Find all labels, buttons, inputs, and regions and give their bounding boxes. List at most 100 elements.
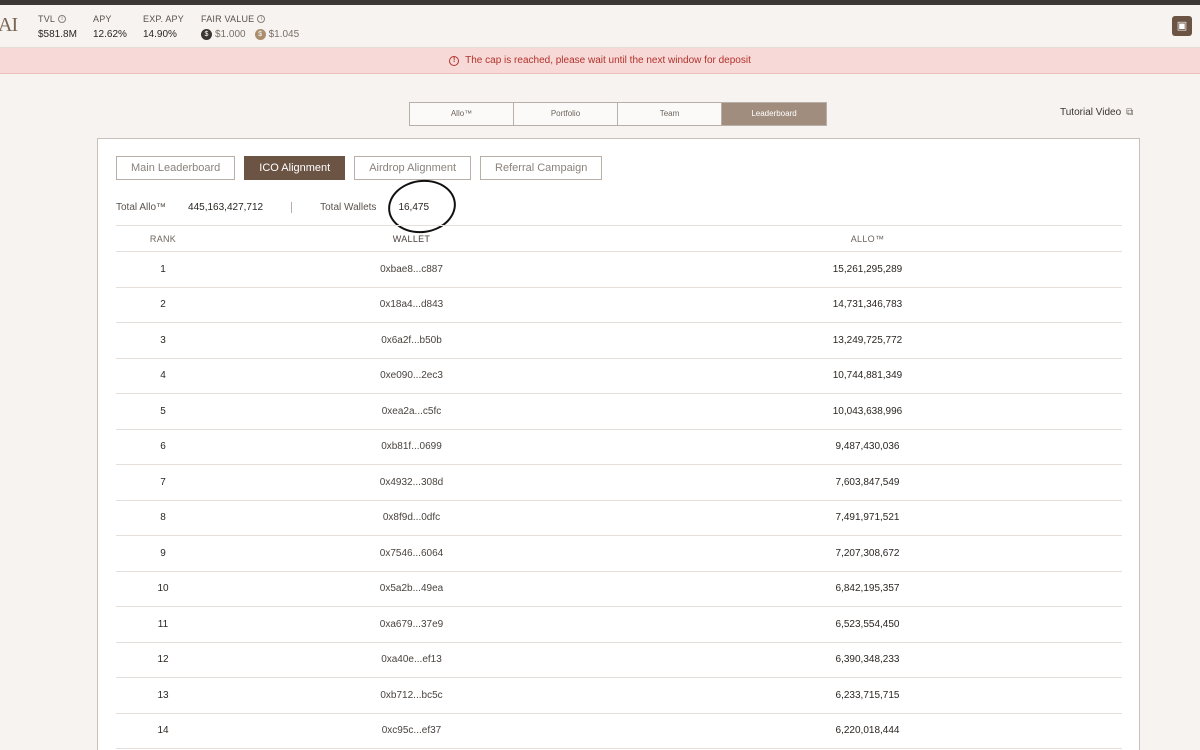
table-body: 1 0xbae8...c887 15,261,295,289 2 0x18a4...d8… [116,252,1122,749]
table-row: 10 0x5a2b...49ea 6,842,195,357 [116,572,1122,607]
tab-allo[interactable]: Allo™ [410,103,514,125]
coin-icon: $ [201,29,212,40]
stat-fair-value: FAIR VALUE i $ $1.000 $ $1.045 [201,14,305,40]
tab-team[interactable]: Team [618,103,722,125]
table-row: 11 0xa679...37e9 6,523,554,450 [116,607,1122,643]
allo-cell: 6,220,018,444 [835,725,900,737]
wallet-cell: 0x4932...308d [379,476,444,488]
logo[interactable]: AI [0,14,18,37]
wallet-cell: 0x6a2f...b50b [381,334,442,346]
table-row: 2 0x18a4...d843 14,731,346,783 [116,288,1122,323]
wallet-cell: 0xc95c...ef37 [381,725,442,737]
rank-cell: 7 [160,476,166,488]
table-row: 6 0xb81f...0699 9,487,430,036 [116,430,1122,465]
rank-cell: 3 [160,334,166,346]
tab-leaderboard[interactable]: Leaderboard [722,103,826,125]
total-wallets-label: Total Wallets [320,201,377,213]
table-row: 9 0x7546...6064 7,207,308,672 [116,536,1122,572]
wallet-cell: 0xe090...2ec3 [380,370,443,382]
table-header: RANK WALLET ALLO™ [116,225,1122,252]
total-allo-value: 445,163,427,712 [188,201,264,213]
wallet-cell: 0x7546...6064 [379,547,444,559]
rank-cell: 6 [160,441,166,453]
table-row: 8 0x8f9d...0dfc 7,491,971,521 [116,501,1122,536]
stat-exp-apy-label: EXP. APY [143,14,184,24]
table-row: 4 0xe090...2ec3 10,744,881,349 [116,359,1122,394]
allo-cell: 6,523,554,450 [835,618,900,630]
fair-value-price-a: $1.000 [215,29,246,40]
stat-exp-apy: EXP. APY 14.90% [143,14,184,40]
allo-cell: 7,603,847,549 [835,476,900,488]
allo-cell: 10,744,881,349 [832,370,903,382]
leaderboard-sub-tabs: Main Leaderboard ICO Alignment Airdrop A… [116,156,603,180]
cap-reached-banner: ! The cap is reached, please wait until … [0,48,1200,74]
rank-cell: 13 [157,689,169,701]
rank-cell: 5 [160,405,166,417]
stats-header: AI TVL i $581.8M APY 12.62% EXP. APY 14.… [0,5,1200,48]
tutorial-video-link[interactable]: Tutorial Video ⧉ [1060,107,1133,118]
wallet-cell: 0x18a4...d843 [379,299,444,311]
table-row: 13 0xb712...bc5c 6,233,715,715 [116,678,1122,714]
rank-cell: 9 [160,547,166,559]
table-row: 3 0x6a2f...b50b 13,249,725,772 [116,323,1122,359]
info-icon[interactable]: i [257,15,266,23]
stat-apy-value: 12.62% [93,29,127,40]
coin-icon: $ [254,29,266,40]
wallet-cell: 0xbae8...c887 [380,263,443,275]
table-row: 12 0xa40e...ef13 6,390,348,233 [116,643,1122,678]
table-row: 1 0xbae8...c887 15,261,295,289 [116,252,1122,288]
allo-cell: 14,731,346,783 [832,299,903,311]
leaderboard-table: RANK WALLET ALLO™ 1 0xbae8...c887 15,261,2… [116,225,1122,749]
stat-exp-apy-value: 14.90% [143,29,177,40]
tab-airdrop-alignment[interactable]: Airdrop Alignment [354,156,472,180]
wallet-cell: 0xa40e...ef13 [381,654,442,666]
total-allo-label: Total Allo™ [116,201,167,213]
allo-cell: 7,491,971,521 [835,512,900,524]
tab-ico-alignment[interactable]: ICO Alignment [244,156,346,180]
divider [291,201,293,213]
stat-tvl-value: $581.8M [38,29,77,40]
allo-cell: 6,233,715,715 [835,689,900,701]
allo-cell: 13,249,725,772 [832,334,903,346]
rank-cell: 8 [160,512,166,524]
column-header-wallet: WALLET [392,233,431,244]
main-tabs: Allo™ Portfolio Team Leaderboard [409,102,827,126]
leaderboard-card: Main Leaderboard ICO Alignment Airdrop A… [97,138,1140,750]
tab-portfolio[interactable]: Portfolio [514,103,618,125]
allo-cell: 6,842,195,357 [835,583,900,595]
rank-cell: 12 [157,654,169,666]
wallet-cell: 0x5a2b...49ea [379,583,444,595]
wallet-cell: 0xb712...bc5c [380,689,443,701]
stat-fair-value-label: FAIR VALUE [201,14,255,24]
wallet-cell: 0x8f9d...0dfc [382,512,441,524]
column-header-allo: ALLO™ [850,233,885,244]
allo-cell: 15,261,295,289 [832,263,903,275]
rank-cell: 4 [160,370,166,382]
wallet-cell: 0xb81f...0699 [381,441,442,453]
wallet-button[interactable]: ▣ [1172,16,1192,36]
rank-cell: 10 [157,583,169,595]
info-icon[interactable]: i [58,15,67,23]
warning-icon: ! [449,55,460,66]
tab-referral-campaign[interactable]: Referral Campaign [480,156,603,180]
wallet-cell: 0xea2a...c5fc [381,405,442,417]
allo-cell: 6,390,348,233 [835,654,900,666]
tutorial-video-label: Tutorial Video [1060,107,1122,118]
banner-text: The cap is reached, please wait until th… [465,55,751,66]
table-row: 14 0xc95c...ef37 6,220,018,444 [116,714,1122,749]
rank-cell: 1 [160,263,166,275]
allo-cell: 7,207,308,672 [835,547,900,559]
rank-cell: 2 [160,299,166,311]
wallet-cell: 0xa679...37e9 [379,618,444,630]
stat-tvl-label: TVL [38,14,56,24]
stat-apy: APY 12.62% [93,14,127,40]
allo-cell: 10,043,638,996 [832,405,903,417]
stat-apy-label: APY [93,14,112,24]
tab-main-leaderboard[interactable]: Main Leaderboard [116,156,236,180]
column-header-rank: RANK [149,233,177,244]
rank-cell: 14 [157,725,169,737]
totals-summary: Total Allo™ 445,163,427,712 Total Wallet… [116,199,429,215]
external-link-icon: ⧉ [1126,107,1134,118]
stat-tvl: TVL i $581.8M [38,14,77,40]
allo-cell: 9,487,430,036 [835,441,900,453]
